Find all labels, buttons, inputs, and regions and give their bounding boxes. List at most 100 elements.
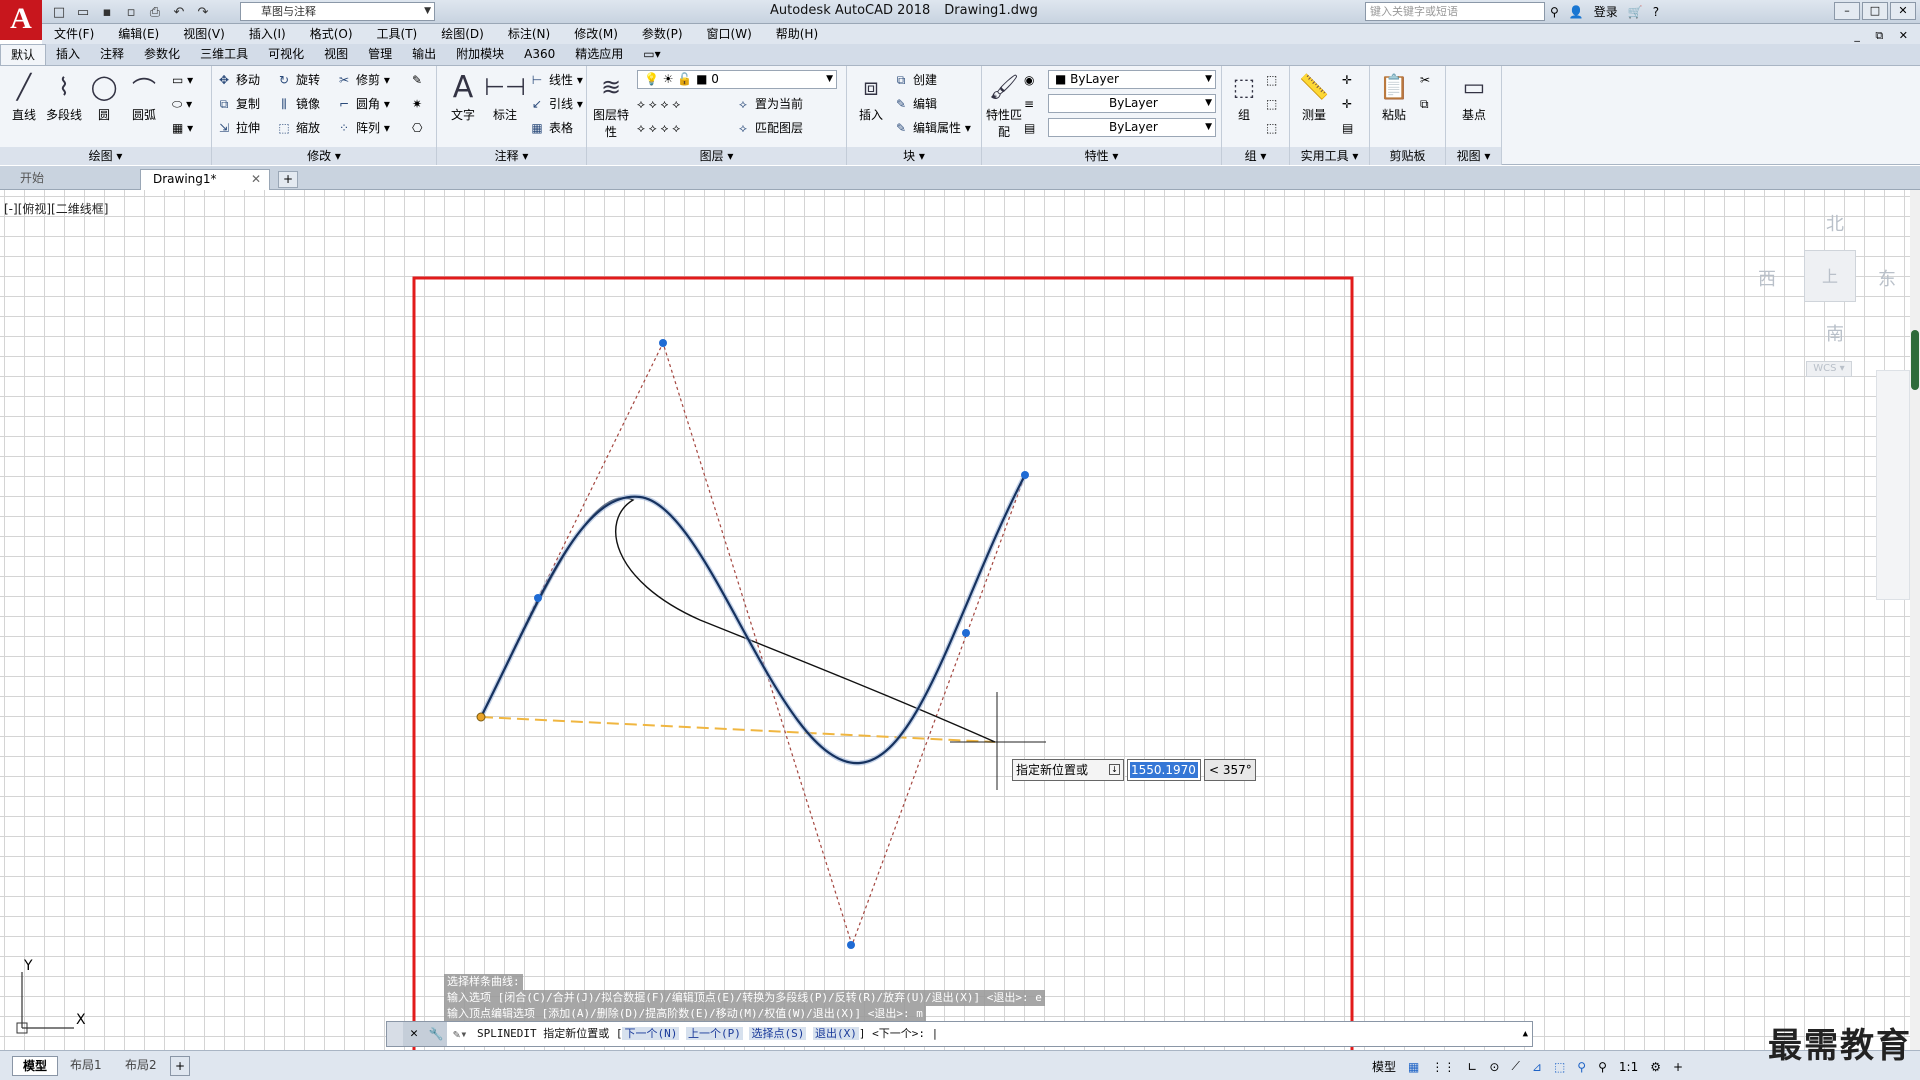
dynamic-ucs-icon[interactable]: ⬚ [1554,1060,1565,1074]
layout-tab-2[interactable]: 布局2 [115,1056,167,1076]
layout-tab-model[interactable]: 模型 [12,1056,59,1076]
panel-title-modify[interactable]: 修改 ▾ [212,147,436,165]
ungroup-icon[interactable]: ⬚ [1266,70,1277,90]
object-snap-icon[interactable]: ⊿ [1532,1060,1542,1074]
dimension-button[interactable]: ⊢⊣ 标注 [483,70,527,123]
snap-icon[interactable]: ⋮⋮ [1431,1060,1455,1074]
cut-icon[interactable]: ✂ [1420,70,1430,90]
polar-icon[interactable]: ⊙ [1489,1060,1499,1074]
tab-a360[interactable]: A360 [514,44,565,65]
polyline-button[interactable]: ⌇ 多段线 [42,70,86,123]
menu-modify[interactable]: 修改(M) [574,24,618,44]
tab-manage[interactable]: 管理 [358,44,402,65]
add-layout-button[interactable]: + [170,1056,191,1076]
close-command-line-icon[interactable]: ✕ [403,1022,425,1046]
minimize-button[interactable]: – [1834,2,1860,20]
command-history-toggle-icon[interactable]: ▲ [1523,1022,1528,1046]
layer-tools-row2[interactable]: ⟡ ⟡ ⟡ ⟡ [637,118,680,138]
option-next[interactable]: 下一个(N) [622,1027,680,1040]
mirror-button[interactable]: ⫼ 镜像 [276,94,320,114]
hatch-icon[interactable]: ▦ ▾ [172,118,193,138]
lineweight-icon[interactable]: ≡ [1024,94,1034,114]
tab-visualize[interactable]: 可视化 [258,44,314,65]
viewcube-west[interactable]: 西 [1758,265,1776,291]
cart-icon[interactable]: 🛒 [1628,5,1643,19]
tab-insert[interactable]: 插入 [46,44,90,65]
isodraft-icon[interactable]: ⟋ [1511,1059,1519,1074]
arc-button[interactable]: ⌒ 圆弧 [122,70,166,123]
redo-icon[interactable]: ↷ [194,3,212,21]
annotation-visibility-icon[interactable]: ⚲ [1577,1060,1586,1074]
tab-home[interactable]: 默认 [0,44,47,65]
viewcube-south[interactable]: 南 [1826,320,1844,346]
base-point-button[interactable]: ▭ 基点 [1452,70,1496,123]
new-icon[interactable]: □ [50,3,68,21]
menu-insert[interactable]: 插入(I) [249,24,286,44]
menu-view[interactable]: 视图(V) [183,24,225,44]
move-button[interactable]: ✥ 移动 [216,70,260,90]
menu-dimension[interactable]: 标注(N) [508,24,550,44]
group-button[interactable]: ⬚ 组 [1222,70,1266,123]
linear-button[interactable]: ⊢ 线性 ▾ [529,70,583,90]
vertical-scrollbar[interactable] [1910,190,1920,1050]
tab-output[interactable]: 输出 [402,44,446,65]
menu-tools[interactable]: 工具(T) [377,24,418,44]
create-block-button[interactable]: ⧉ 创建 [893,70,937,90]
panel-title-view[interactable]: 视图 ▾ [1446,147,1501,165]
viewcube[interactable]: 北 西 上 东 南 WCS ▾ [1750,205,1910,385]
tab-parametric[interactable]: 参数化 [134,44,190,65]
dynamic-input-distance[interactable]: 1550.1970 [1127,759,1201,781]
print-icon[interactable]: ⎙ [146,3,164,21]
viewcube-top-face[interactable]: 上 [1804,250,1856,302]
model-space-toggle[interactable]: 模型 [1372,1058,1396,1075]
settings-gear-icon[interactable]: ⚙ [1650,1060,1661,1074]
offset-icon[interactable]: ⎔ [412,118,422,138]
rotate-button[interactable]: ↻ 旋转 [276,70,320,90]
erase-icon[interactable]: ✎ [412,70,422,90]
ortho-icon[interactable]: ∟ [1467,1060,1477,1074]
help-icon[interactable]: ? [1653,5,1659,19]
options-arrow-icon[interactable]: ↓ [1109,764,1120,775]
ellipse-icon[interactable]: ⬭ ▾ [172,94,192,114]
text-button[interactable]: A 文字 [441,70,485,123]
grid-icon[interactable]: ▦ [1408,1060,1419,1074]
undo-icon[interactable]: ↶ [170,3,188,21]
array-button[interactable]: ⁘ 阵列 ▾ [336,118,390,138]
recent-commands-icon[interactable]: ✎▾ [453,1022,467,1046]
id-point-icon[interactable]: ✛ [1342,70,1352,90]
paste-button[interactable]: 📋 粘贴 [1372,70,1416,123]
scrollbar-thumb[interactable] [1911,330,1919,390]
match-properties-button[interactable]: 🖌 特性匹配 [982,70,1026,140]
measure-button[interactable]: 📏 测量 [1292,70,1336,123]
tab-3d-tools[interactable]: 三维工具 [190,44,258,65]
insert-block-button[interactable]: ⧈ 插入 [849,70,893,123]
app-menu-button[interactable]: A [0,0,42,40]
menu-file[interactable]: 文件(F) [54,24,94,44]
circle-button[interactable]: ◯ 圆 [82,70,126,123]
navigation-bar[interactable] [1876,370,1910,600]
tab-start[interactable]: 开始 [8,169,138,190]
layout-tab-1[interactable]: 布局1 [60,1056,112,1076]
add-icon[interactable]: + [1673,1060,1683,1074]
command-line-handle[interactable] [387,1022,403,1046]
edit-block-button[interactable]: ✎ 编辑 [893,94,937,114]
signin-link[interactable]: 登录 [1594,3,1618,20]
scale-button[interactable]: ⬚ 缩放 [276,118,320,138]
panel-title-clipboard[interactable]: 剪贴板 [1370,147,1445,165]
search-input[interactable]: 键入关键字或短语 [1365,2,1545,21]
tab-view[interactable]: 视图 [314,44,358,65]
save-icon[interactable]: ▪ [98,3,116,21]
doc-window-controls[interactable]: _ ⧉ ✕ [1854,26,1914,46]
color-dropdown[interactable]: ■ ByLayer ▼ [1048,70,1216,89]
explode-icon[interactable]: ✷ [412,94,422,114]
panel-title-utilities[interactable]: 实用工具 ▾ [1290,147,1369,165]
close-button[interactable]: ✕ [1890,2,1916,20]
menu-window[interactable]: 窗口(W) [707,24,752,44]
menu-help[interactable]: 帮助(H) [776,24,818,44]
wcs-menu[interactable]: WCS ▾ [1806,361,1852,377]
copy-button[interactable]: ⧉ 复制 [216,94,260,114]
layer-properties-button[interactable]: ≋ 图层特性 [589,70,633,140]
panel-title-properties[interactable]: 特性 ▾ [982,147,1221,165]
set-current-button[interactable]: ⟡ 置为当前 [735,94,803,114]
line-button[interactable]: ╱ 直线 [2,70,46,123]
